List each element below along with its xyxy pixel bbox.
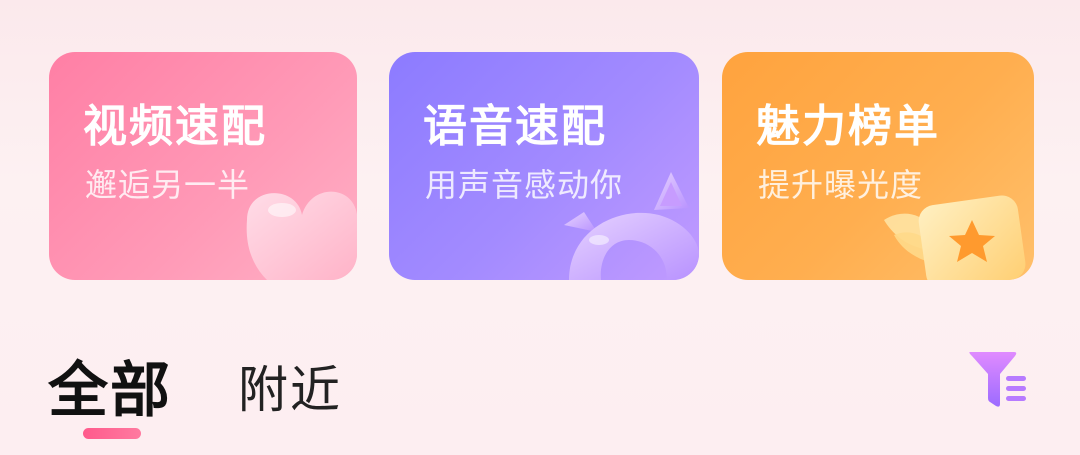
active-tab-indicator (83, 428, 141, 439)
video-match-title: 视频速配 (83, 101, 267, 152)
filter-icon[interactable] (964, 346, 1034, 416)
video-match-card[interactable]: 视频速配 邂逅另一半 (49, 52, 357, 280)
winged-star-badge-icon (884, 195, 1026, 280)
tab-nearby[interactable]: 附近 (238, 350, 342, 422)
charm-ranking-title: 魅力榜单 (756, 101, 940, 152)
video-match-subtitle: 邂逅另一半 (85, 166, 251, 204)
voice-match-title: 语音速配 (423, 101, 607, 152)
heart-icon (246, 191, 357, 280)
charm-ranking-card[interactable]: 魅力榜单 提升曝光度 (722, 52, 1034, 280)
cat-ear-headphones-icon (564, 172, 699, 280)
voice-match-card[interactable]: 语音速配 用声音感动你 (389, 52, 699, 280)
tab-all[interactable]: 全部 (48, 342, 172, 429)
